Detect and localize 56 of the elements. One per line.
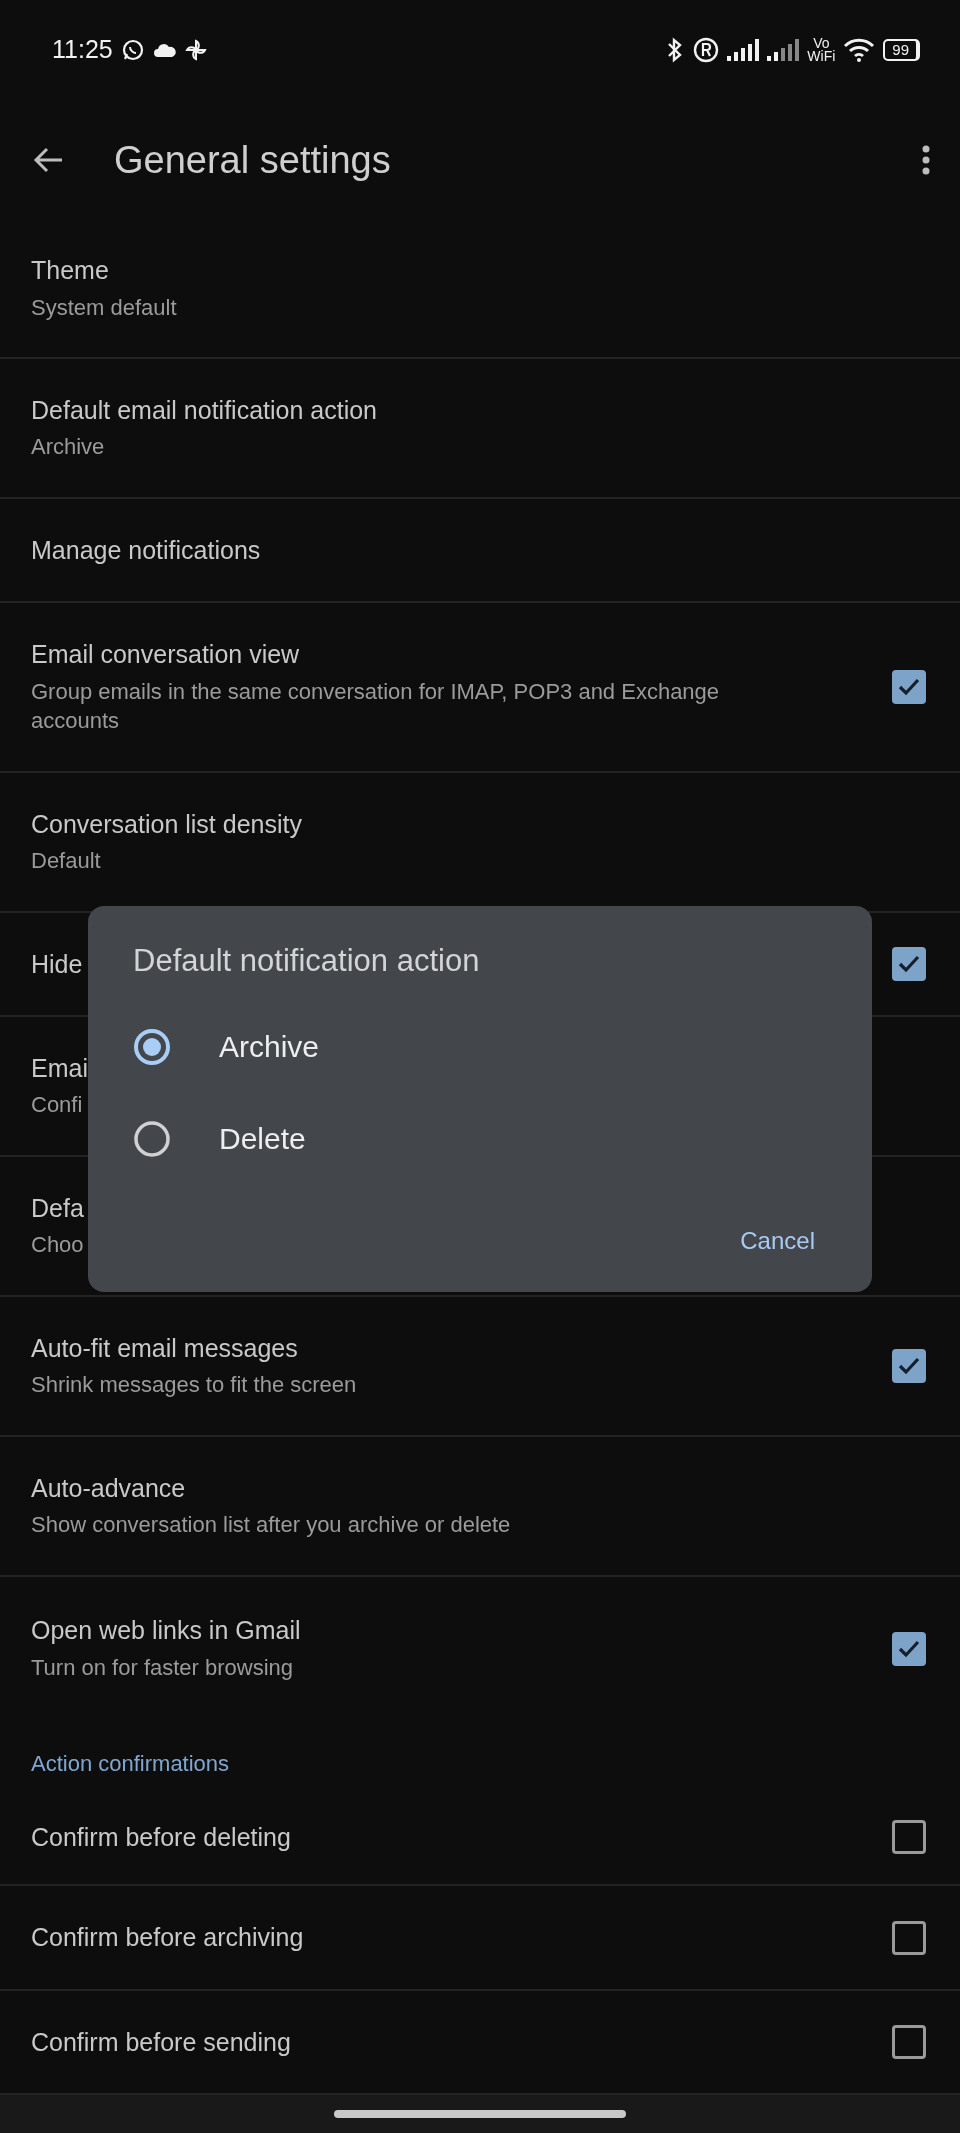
setting-description: Choo bbox=[31, 1231, 84, 1260]
checkbox[interactable] bbox=[892, 1920, 926, 1955]
signal-icon bbox=[727, 39, 760, 61]
option-label[interactable]: Delete bbox=[219, 1116, 306, 1161]
dialog-title: Default notification action bbox=[133, 942, 481, 980]
radio-button[interactable] bbox=[133, 1119, 171, 1158]
setting-description: Show conversation list after you archive or delete bbox=[31, 1511, 511, 1540]
vowifi-label: Vo bbox=[813, 36, 830, 50]
setting-description: Default bbox=[31, 847, 101, 876]
chat-bubble-icon bbox=[120, 38, 145, 62]
wifi-icon bbox=[843, 38, 876, 62]
setting-description: Archive bbox=[31, 433, 105, 462]
setting-title: Auto-fit email messages bbox=[31, 1332, 298, 1364]
setting-title: Theme bbox=[31, 255, 109, 287]
setting-title: Confirm before deleting bbox=[31, 1821, 291, 1853]
radio-button[interactable] bbox=[133, 1027, 171, 1066]
checkmark-icon bbox=[897, 1638, 921, 1659]
status-time: 11:25 bbox=[52, 34, 113, 66]
cancel-button[interactable]: Cancel bbox=[728, 1216, 827, 1265]
setting-description: Group emails in the same conversation for IMAP, POP3 and Exchange accounts bbox=[31, 677, 721, 736]
setting-description: Turn on for faster browsing bbox=[31, 1653, 294, 1682]
vowifi-label: WiFi bbox=[807, 50, 836, 64]
checkbox[interactable] bbox=[892, 2025, 926, 2059]
battery-indicator: 99 bbox=[883, 39, 920, 61]
pinwheel-icon bbox=[184, 39, 207, 61]
option-label[interactable]: Archive bbox=[219, 1024, 320, 1069]
cloud-icon bbox=[152, 42, 177, 58]
setting-title: Email conversation view bbox=[31, 639, 300, 671]
registered-icon bbox=[693, 37, 720, 63]
setting-description: System default bbox=[31, 293, 177, 322]
setting-title: Confirm before sending bbox=[31, 2026, 291, 2058]
more-options-icon[interactable] bbox=[922, 145, 930, 175]
checkbox[interactable] bbox=[892, 1349, 926, 1383]
section-header: Action confirmations bbox=[31, 1750, 230, 1778]
setting-title: Hide bbox=[31, 948, 83, 980]
setting-title: Defa bbox=[31, 1192, 84, 1224]
setting-title: Confirm before archiving bbox=[31, 1922, 304, 1954]
setting-title: Manage notifications bbox=[31, 534, 261, 566]
setting-title: Auto-advance bbox=[31, 1472, 186, 1504]
setting-title: Conversation list density bbox=[31, 808, 302, 840]
back-arrow-icon[interactable] bbox=[32, 146, 64, 174]
gesture-handle[interactable] bbox=[334, 2110, 626, 2118]
setting-description: Shrink messages to fit the screen bbox=[31, 1371, 357, 1400]
signal-icon bbox=[767, 39, 800, 61]
checkbox[interactable] bbox=[892, 947, 926, 981]
checkbox[interactable] bbox=[892, 1631, 926, 1666]
setting-title: Emai bbox=[31, 1052, 88, 1084]
screen-title: General settings bbox=[114, 137, 391, 183]
setting-title: Open web links in Gmail bbox=[31, 1615, 301, 1647]
checkmark-icon bbox=[897, 1356, 921, 1376]
setting-title: Default email notification action bbox=[31, 394, 378, 426]
setting-description: Confi bbox=[31, 1091, 83, 1120]
checkbox[interactable] bbox=[892, 1820, 926, 1854]
checkbox[interactable] bbox=[892, 670, 926, 704]
checkmark-icon bbox=[897, 954, 921, 974]
checkmark-icon bbox=[897, 677, 921, 697]
